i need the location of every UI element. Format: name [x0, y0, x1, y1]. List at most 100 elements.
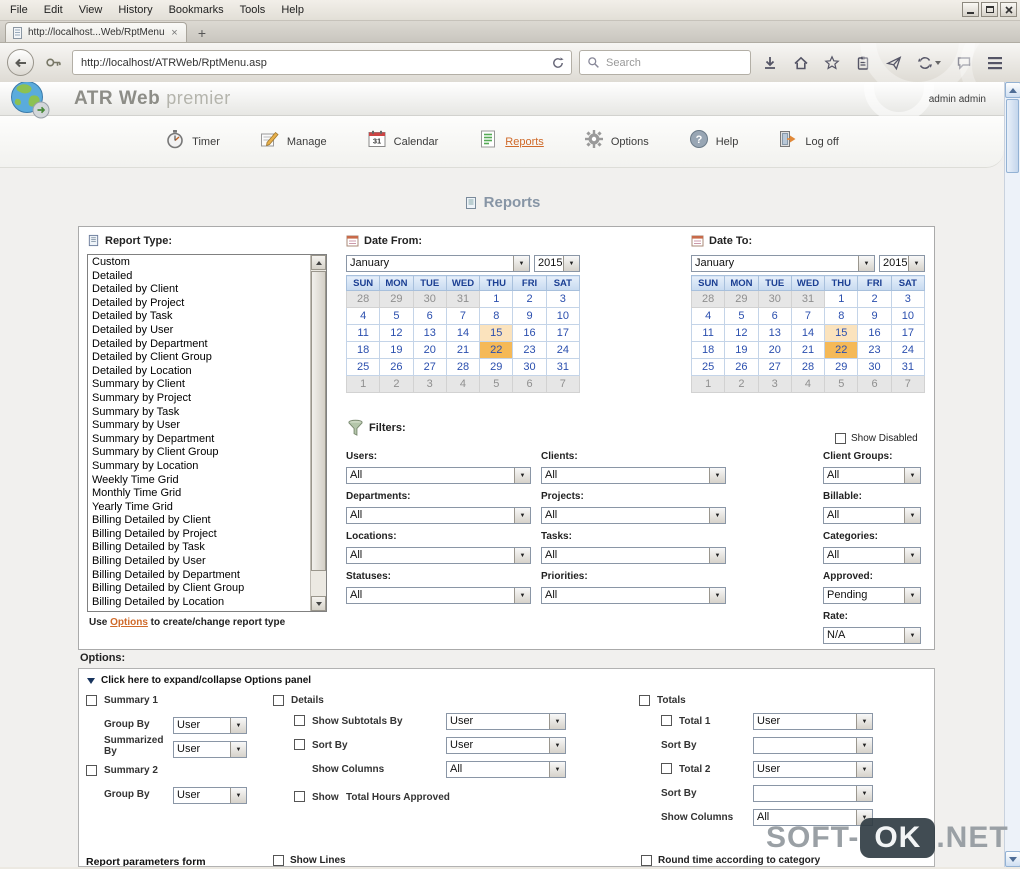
calendar-day[interactable]: 29 — [724, 290, 759, 308]
browser-tab[interactable]: http://localhost...Web/RptMenu.asp × — [5, 22, 187, 42]
report-type-option[interactable]: Weekly Time Grid — [89, 474, 309, 488]
calendar-day[interactable]: 1 — [690, 375, 726, 393]
calendar-day[interactable]: 9 — [512, 307, 547, 325]
menu-help[interactable]: Help — [273, 1, 312, 19]
calendar-day[interactable]: 25 — [690, 358, 726, 376]
calendar-day[interactable]: 12 — [724, 324, 759, 342]
calendar-day[interactable]: 21 — [445, 341, 481, 359]
scroll-thumb[interactable] — [311, 271, 326, 571]
calendar-day[interactable]: 3 — [890, 290, 926, 308]
calendar-day[interactable]: 8 — [824, 307, 859, 325]
dropdown-arrow-icon[interactable]: ▼ — [856, 786, 872, 801]
calendar-day[interactable]: 6 — [512, 375, 547, 393]
dropdown-arrow-icon[interactable]: ▼ — [230, 742, 246, 757]
scroll-up-button[interactable] — [311, 255, 326, 270]
calendar-day[interactable]: 14 — [445, 324, 481, 342]
calendar-day[interactable]: 5 — [824, 375, 859, 393]
reload-icon[interactable] — [549, 54, 567, 72]
new-tab-button[interactable]: + — [189, 23, 215, 42]
calendar-day[interactable]: 2 — [379, 375, 414, 393]
calendar-day[interactable]: 11 — [690, 324, 726, 342]
report-type-option[interactable]: Billing Detailed by Project — [89, 528, 309, 542]
dropdown-arrow-icon[interactable]: ▼ — [230, 788, 246, 803]
calendar-day[interactable]: 13 — [757, 324, 792, 342]
calendar-day[interactable]: 1 — [824, 290, 859, 308]
dropdown-arrow-icon[interactable]: ▼ — [514, 588, 530, 603]
search-box[interactable]: Search — [579, 50, 751, 75]
report-type-option[interactable]: Detailed by Location — [89, 365, 309, 379]
menu-tools[interactable]: Tools — [232, 1, 274, 19]
calendar-day[interactable]: 27 — [412, 358, 447, 376]
report-type-option[interactable]: Detailed by Department — [89, 338, 309, 352]
minimize-button[interactable] — [962, 2, 979, 17]
calendar-day[interactable]: 5 — [479, 375, 514, 393]
calendar-day[interactable]: 10 — [890, 307, 926, 325]
calendar-day[interactable]: 25 — [345, 358, 381, 376]
share-icon[interactable] — [913, 51, 945, 75]
report-type-option[interactable]: Detailed by Task — [89, 310, 309, 324]
dropdown-arrow-icon[interactable]: ▼ — [856, 762, 872, 777]
menu-icon[interactable] — [983, 51, 1007, 75]
report-type-option[interactable]: Summary by Client — [89, 378, 309, 392]
calendar-day[interactable]: 28 — [345, 290, 381, 308]
date-from-month-select[interactable]: January ▼ — [346, 255, 530, 272]
calendar-day[interactable]: 12 — [379, 324, 414, 342]
dropdown-arrow-icon[interactable]: ▼ — [709, 468, 725, 483]
dropdown-arrow-icon[interactable]: ▼ — [858, 256, 874, 271]
nav-item-reports[interactable]: Reports — [478, 129, 544, 154]
calendar-day[interactable]: 7 — [445, 307, 481, 325]
report-type-option[interactable]: Detailed by Project — [89, 297, 309, 311]
show-disabled-checkbox[interactable] — [835, 433, 846, 444]
calendar-day[interactable]: 3 — [412, 375, 447, 393]
report-type-option[interactable]: Detailed — [89, 270, 309, 284]
filter-approved-select[interactable]: Pending ▼ — [823, 587, 921, 604]
calendar-day[interactable]: 24 — [545, 341, 581, 359]
calendar-day[interactable]: 8 — [479, 307, 514, 325]
calendar-day[interactable]: 28 — [690, 290, 726, 308]
dropdown-arrow-icon[interactable]: ▼ — [563, 256, 579, 271]
bookmark-star-icon[interactable] — [820, 51, 844, 75]
menu-history[interactable]: History — [110, 1, 160, 19]
menu-bookmarks[interactable]: Bookmarks — [161, 1, 232, 19]
dropdown-arrow-icon[interactable]: ▼ — [230, 718, 246, 733]
details-show-subtotals-by-select[interactable]: User ▼ — [446, 713, 566, 730]
calendar-day[interactable]: 3 — [545, 290, 581, 308]
calendar-day[interactable]: 29 — [479, 358, 514, 376]
calendar-day[interactable]: 7 — [890, 375, 926, 393]
list-scrollbar[interactable] — [310, 255, 326, 611]
url-text[interactable]: http://localhost/ATRWeb/RptMenu.asp — [81, 57, 543, 69]
calendar-day[interactable]: 20 — [412, 341, 447, 359]
report-type-option[interactable]: Billing Detailed by Client Group — [89, 582, 309, 596]
report-type-option[interactable]: Detailed by User — [89, 324, 309, 338]
summary-1-group-by-select[interactable]: User ▼ — [173, 717, 247, 734]
calendar-day[interactable]: 15 — [479, 324, 514, 342]
dropdown-arrow-icon[interactable]: ▼ — [709, 588, 725, 603]
calendar-day[interactable]: 23 — [512, 341, 547, 359]
calendar-day[interactable]: 4 — [445, 375, 481, 393]
send-icon[interactable] — [882, 51, 906, 75]
filter-billable-select[interactable]: All ▼ — [823, 507, 921, 524]
date-from-year-select[interactable]: 2015 ▼ — [534, 255, 580, 272]
calendar-day[interactable]: 7 — [545, 375, 581, 393]
report-type-option[interactable]: Summary by User — [89, 419, 309, 433]
report-type-option[interactable]: Summary by Location — [89, 460, 309, 474]
calendar-day[interactable]: 18 — [345, 341, 381, 359]
calendar-day[interactable]: 29 — [824, 358, 859, 376]
calendar-day[interactable]: 30 — [512, 358, 547, 376]
report-type-list[interactable]: Custom Detailed Detailed by Client Detailed… — [87, 254, 327, 612]
calendar-day[interactable]: 30 — [412, 290, 447, 308]
totals-sort-by-2-select[interactable]: ▼ — [753, 785, 873, 802]
calendar-day[interactable]: 2 — [857, 290, 892, 308]
download-icon[interactable] — [758, 51, 782, 75]
calendar-day-selected[interactable]: 22 — [479, 341, 514, 359]
calendar-day[interactable]: 20 — [757, 341, 792, 359]
calendar-day[interactable]: 7 — [790, 307, 826, 325]
report-type-option[interactable]: Monthly Time Grid — [89, 487, 309, 501]
totals-total-1-checkbox[interactable] — [661, 715, 672, 726]
chat-icon[interactable] — [952, 51, 976, 75]
filter-projects-select[interactable]: All ▼ — [541, 507, 726, 524]
totals-total-2-select[interactable]: User ▼ — [753, 761, 873, 778]
calendar-day[interactable]: 31 — [445, 290, 481, 308]
summary-1-summarized-by-select[interactable]: User ▼ — [173, 741, 247, 758]
calendar-day[interactable]: 11 — [345, 324, 381, 342]
